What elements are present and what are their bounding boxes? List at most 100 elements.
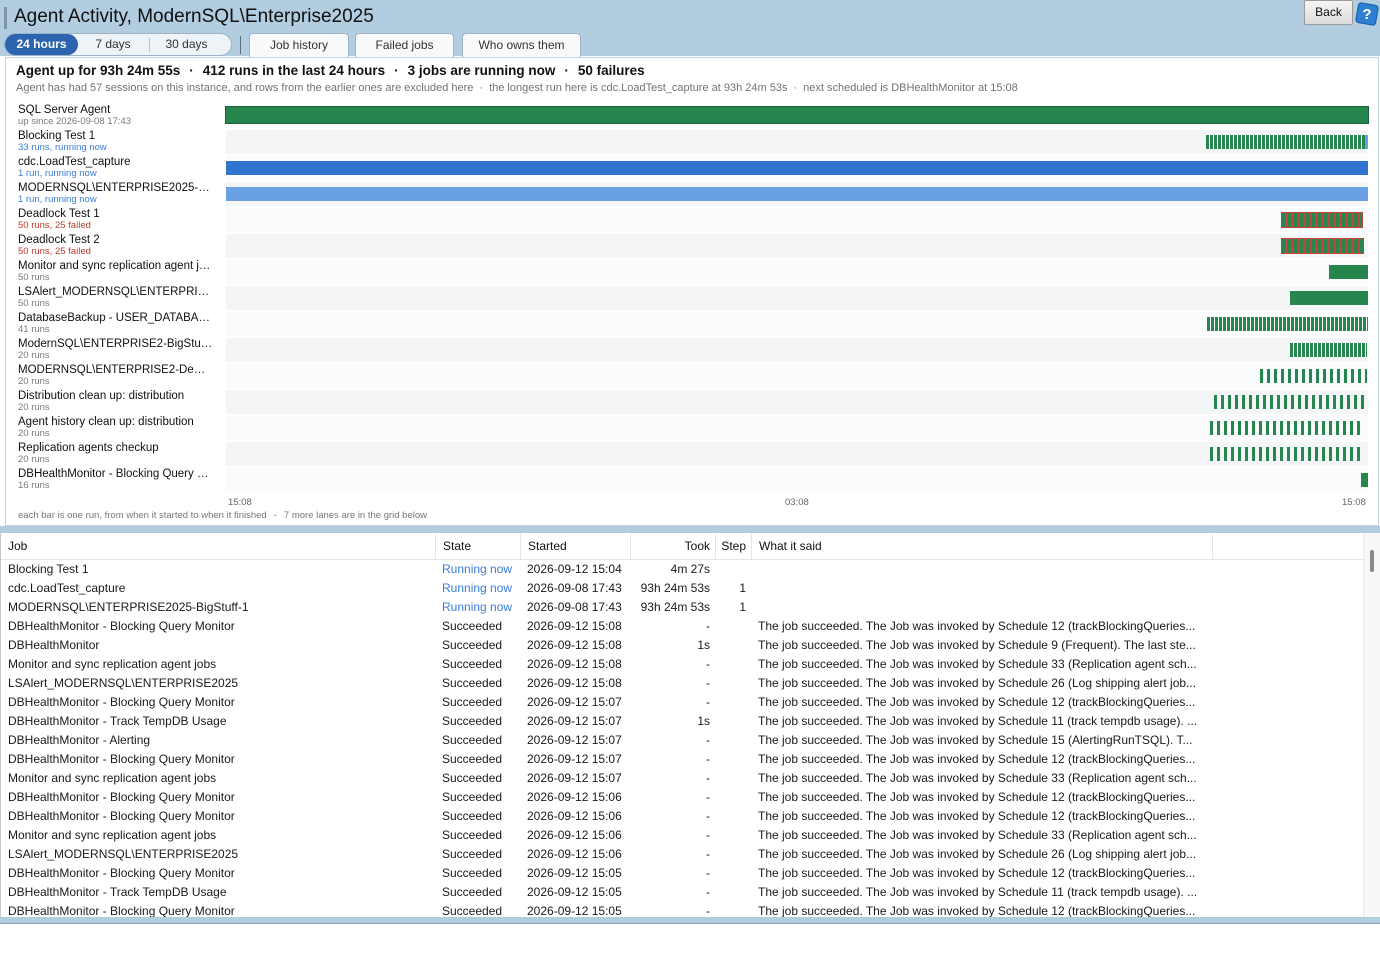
table-row[interactable]: Monitor and sync replication agent jobs S…	[1, 826, 1367, 845]
cell-job: DBHealthMonitor	[8, 638, 100, 652]
cell-started: 2026-09-12 15:08	[527, 657, 622, 671]
table-row[interactable]: DBHealthMonitor - Blocking Query Monitor…	[1, 864, 1367, 883]
cell-state: Succeeded	[442, 695, 503, 709]
table-row[interactable]: MODERNSQL\ENTERPRISE2025-BigStuff-1 Runni…	[1, 598, 1367, 617]
lane-meta: 20 runs	[18, 454, 50, 465]
cell-job: DBHealthMonitor - Blocking Query Monitor	[8, 695, 235, 709]
table-row[interactable]: DBHealthMonitor - Blocking Query Monitor…	[1, 693, 1367, 712]
lane-label[interactable]: DBHealthMonitor - Blocking Query Monitor…	[18, 468, 214, 491]
table-row[interactable]: DBHealthMonitor - Blocking Query Monitor…	[1, 617, 1367, 636]
tab-failed-jobs[interactable]: Failed jobs	[355, 33, 454, 57]
run-bar[interactable]	[1329, 265, 1368, 279]
lane-label[interactable]: ModernSQL\ENTERPRISE2-BigStuff-2 20 runs	[18, 338, 214, 361]
grid-scrollbar[interactable]	[1363, 533, 1380, 917]
axis-tick-end: 15:08	[1342, 497, 1366, 508]
column-header-started[interactable]: Started	[521, 533, 631, 560]
lane-label[interactable]: cdc.LoadTest_capture 1 run, running now	[18, 156, 214, 179]
table-row[interactable]: DBHealthMonitor - Blocking Query Monitor…	[1, 807, 1367, 826]
column-header-job[interactable]: Job	[1, 533, 436, 560]
tab-who-owns-them[interactable]: Who owns them	[462, 33, 581, 57]
table-row[interactable]: DBHealthMonitor - Track TempDB Usage Succ…	[1, 883, 1367, 902]
run-bar[interactable]	[225, 106, 1369, 124]
run-bar[interactable]	[1290, 343, 1367, 357]
axis-tick-start: 15:08	[228, 497, 252, 508]
scrollbar-thumb[interactable]	[1370, 550, 1374, 572]
column-header-state[interactable]: State	[436, 533, 521, 560]
range-tab-24-hours[interactable]: 24 hours	[5, 34, 78, 55]
table-row[interactable]: LSAlert_MODERNSQL\ENTERPRISE2025 Succeede…	[1, 845, 1367, 864]
column-header-took[interactable]: Took	[631, 533, 716, 560]
lane-meta: 20 runs	[18, 402, 50, 413]
column-header-what-it-said[interactable]: What it said	[752, 533, 1213, 560]
run-bar[interactable]	[1281, 238, 1365, 254]
timeline-lane	[226, 390, 1368, 414]
cell-took: 1s	[697, 714, 710, 728]
cell-job: DBHealthMonitor - Track TempDB Usage	[8, 885, 227, 899]
column-header-step[interactable]: Step	[716, 533, 752, 560]
agent-uptime: Agent up for 93h 24m 55s	[16, 63, 181, 78]
table-row[interactable]: DBHealthMonitor - Track TempDB Usage Succ…	[1, 712, 1367, 731]
lane-label[interactable]: SQL Server Agent up since 2026-09-08 17:4…	[18, 104, 214, 127]
table-row[interactable]: DBHealthMonitor - Blocking Query Monitor…	[1, 902, 1367, 917]
timeline-lane	[226, 208, 1368, 232]
table-row[interactable]: LSAlert_MODERNSQL\ENTERPRISE2025 Succeede…	[1, 674, 1367, 693]
lane-label[interactable]: Distribution clean up: distribution 20 ru…	[18, 390, 214, 413]
lane-label[interactable]: MODERNSQL\ENTERPRISE2-Demo-1 20 runs	[18, 364, 214, 387]
tab-job-history[interactable]: Job history	[249, 33, 349, 57]
cell-started: 2026-09-12 15:05	[527, 904, 622, 917]
cell-job: Blocking Test 1	[8, 562, 89, 576]
run-bar[interactable]	[1259, 369, 1367, 383]
table-row[interactable]: DBHealthMonitor Succeeded 2026-09-12 15:08…	[1, 636, 1367, 655]
run-bar[interactable]	[1213, 395, 1367, 409]
time-range-selector: 24 hours 7 days 30 days	[4, 33, 232, 56]
lane-label[interactable]: Deadlock Test 2 50 runs, 25 failed	[18, 234, 214, 257]
range-tab-30-days[interactable]: 30 days	[150, 34, 223, 55]
run-bar[interactable]	[1281, 212, 1364, 228]
table-row[interactable]: cdc.LoadTest_capture Running now 2026-09-0…	[1, 579, 1367, 598]
table-row[interactable]: DBHealthMonitor - Blocking Query Monitor…	[1, 788, 1367, 807]
cell-state: Succeeded	[442, 809, 503, 823]
table-row[interactable]: Monitor and sync replication agent jobs S…	[1, 655, 1367, 674]
run-bar[interactable]	[1206, 317, 1368, 331]
cell-what-it-said: The job succeeded. The Job was invoked b…	[758, 828, 1197, 842]
run-bar[interactable]	[1205, 135, 1365, 149]
cell-took: -	[706, 847, 710, 861]
lane-label[interactable]: Agent history clean up: distribution 20 r…	[18, 416, 214, 439]
run-bar[interactable]	[1290, 291, 1368, 305]
help-icon[interactable]: ?	[1355, 2, 1379, 26]
table-row[interactable]: DBHealthMonitor - Alerting Succeeded 2026-…	[1, 731, 1367, 750]
run-bar[interactable]	[1361, 473, 1368, 487]
lane-label[interactable]: DatabaseBackup - USER_DATABASES - FULL41…	[18, 312, 214, 335]
bottom-border	[0, 917, 1380, 924]
cell-state: Succeeded	[442, 657, 503, 671]
run-bar[interactable]	[226, 187, 1368, 201]
cell-state: Succeeded	[442, 733, 503, 747]
lane-label[interactable]: Replication agents checkup 20 runs	[18, 442, 214, 465]
lane-label[interactable]: LSAlert_MODERNSQL\ENTERPRISE202550 runs	[18, 286, 214, 309]
timeline-lane	[226, 312, 1368, 336]
lane-meta: 50 runs, 25 failed	[18, 246, 91, 257]
lane-label[interactable]: Monitor and sync replication agent jobs 5…	[18, 260, 214, 283]
back-button[interactable]: Back	[1304, 0, 1353, 25]
lane-label[interactable]: MODERNSQL\ENTERPRISE2025-BigStuff-11 run…	[18, 182, 214, 205]
range-tab-7-days[interactable]: 7 days	[78, 34, 148, 55]
timeline-lane	[226, 130, 1368, 154]
lane-label[interactable]: Deadlock Test 1 50 runs, 25 failed	[18, 208, 214, 231]
table-row[interactable]: Blocking Test 1 Running now 2026-09-12 15:…	[1, 560, 1367, 579]
panel-splitter[interactable]	[0, 526, 1380, 533]
cell-what-it-said: The job succeeded. The Job was invoked b…	[758, 866, 1196, 880]
run-bar[interactable]	[1210, 421, 1363, 435]
lane-label[interactable]: Blocking Test 1 33 runs, running now	[18, 130, 214, 153]
cell-started: 2026-09-12 15:06	[527, 847, 622, 861]
cell-took: -	[706, 885, 710, 899]
run-bar[interactable]	[226, 161, 1368, 175]
table-row[interactable]: DBHealthMonitor - Blocking Query Monitor…	[1, 750, 1367, 769]
cell-took: -	[706, 790, 710, 804]
run-bar[interactable]	[1364, 135, 1368, 149]
table-row[interactable]: Monitor and sync replication agent jobs S…	[1, 769, 1367, 788]
runs-count: 412 runs in the last 24 hours	[202, 63, 386, 78]
cell-took: 4m 27s	[670, 562, 710, 576]
cell-job: MODERNSQL\ENTERPRISE2025-BigStuff-1	[8, 600, 249, 614]
run-bar[interactable]	[1210, 447, 1363, 461]
cell-started: 2026-09-12 15:04	[527, 562, 622, 576]
